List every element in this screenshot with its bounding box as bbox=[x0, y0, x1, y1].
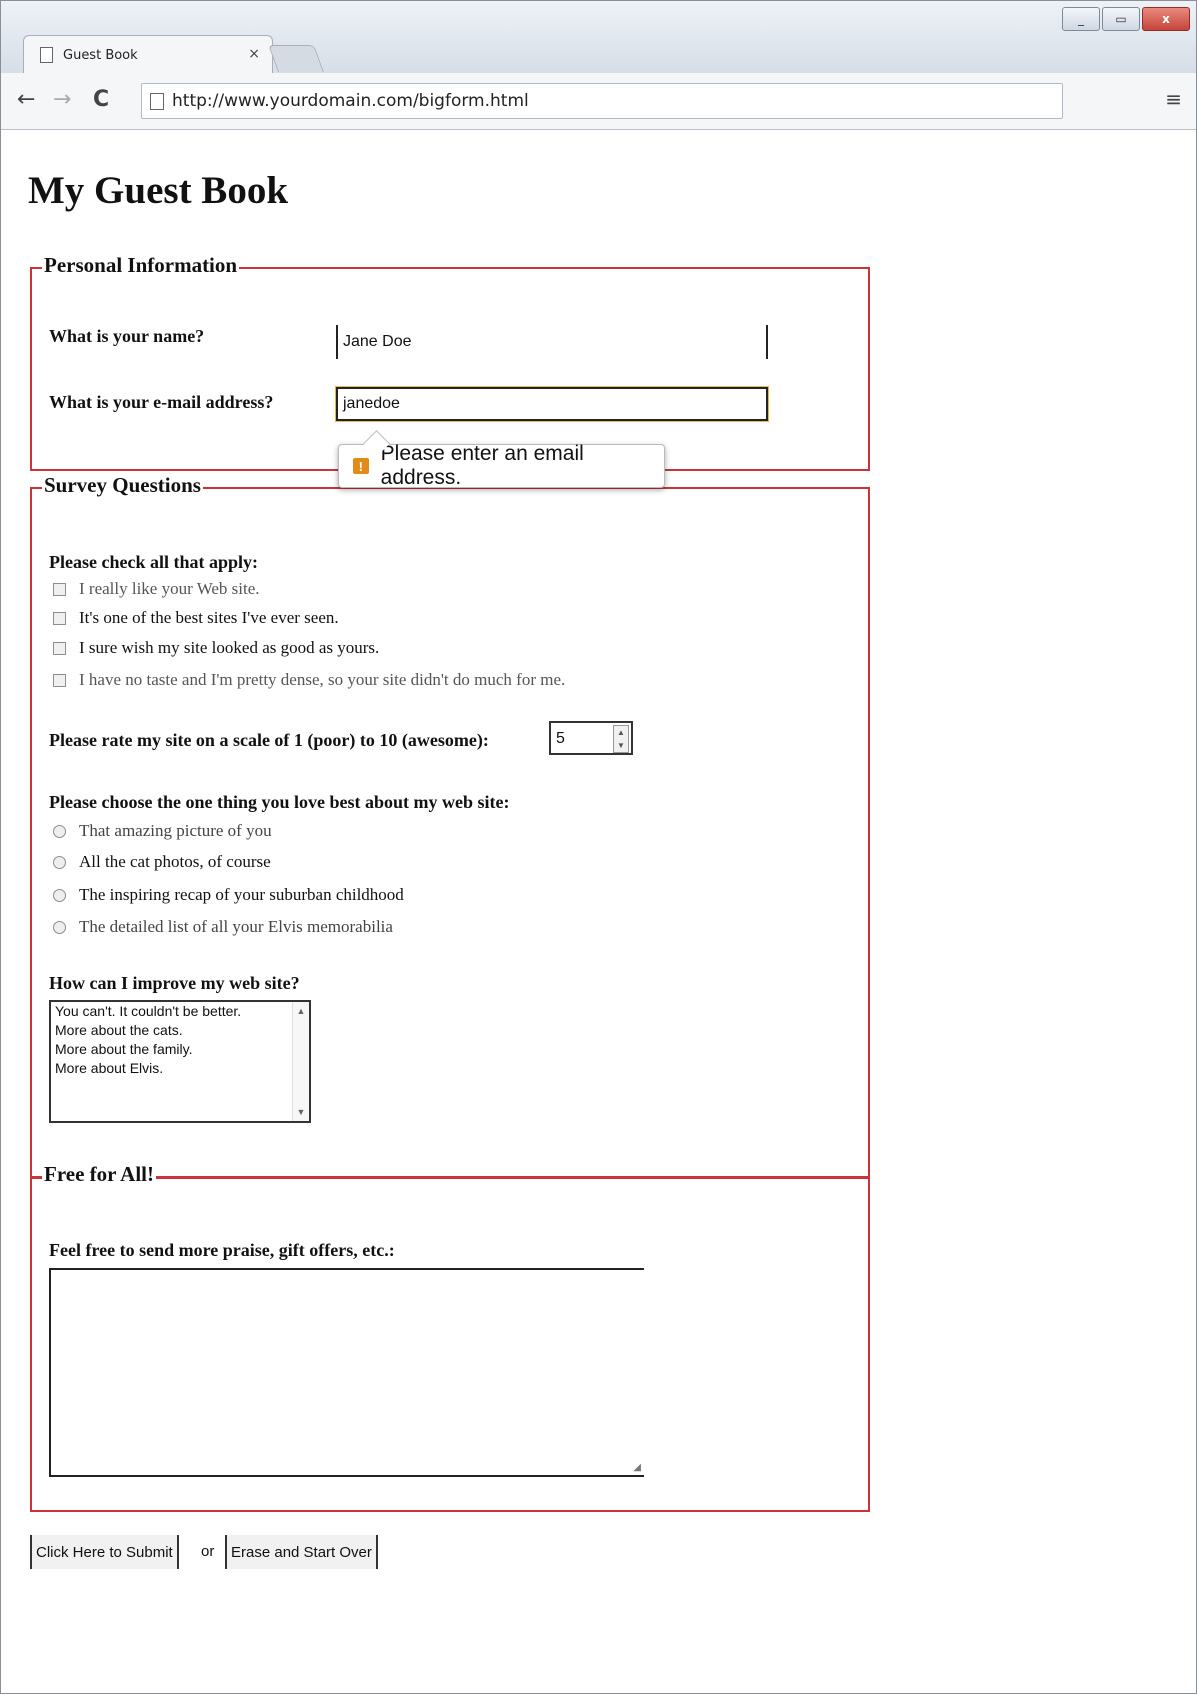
radio-option[interactable]: That amazing picture of you bbox=[53, 821, 272, 841]
checkbox-label: It's one of the best sites I've ever see… bbox=[79, 608, 339, 627]
close-window-button[interactable]: x bbox=[1142, 7, 1190, 31]
check-heading: Please check all that apply: bbox=[49, 552, 258, 572]
checkbox[interactable] bbox=[53, 673, 66, 687]
checkbox-label: I sure wish my site looked as good as yo… bbox=[79, 638, 380, 657]
or-text: or bbox=[201, 1543, 215, 1560]
tab-title: Guest Book bbox=[63, 47, 138, 63]
rating-number-input[interactable]: 5 ▲ ▼ bbox=[549, 721, 633, 755]
radio-button[interactable] bbox=[53, 920, 66, 934]
back-arrow-icon[interactable]: ← bbox=[17, 87, 35, 112]
list-item[interactable]: More about the cats. bbox=[51, 1021, 309, 1040]
radio-label: The inspiring recap of your suburban chi… bbox=[79, 885, 404, 904]
radio-label: The detailed list of all your Elvis memo… bbox=[79, 917, 393, 936]
radio-button[interactable] bbox=[53, 824, 66, 838]
reset-button[interactable]: Erase and Start Over bbox=[225, 1535, 378, 1569]
radio-option[interactable]: All the cat photos, of course bbox=[53, 852, 271, 872]
address-bar[interactable]: http://www.yourdomain.com/bigform.html bbox=[141, 83, 1063, 119]
browser-toolbar: ← → C http://www.yourdomain.com/bigform.… bbox=[1, 73, 1196, 130]
comments-label: Feel free to send more praise, gift offe… bbox=[49, 1240, 395, 1260]
title-bar: _ ▭ x Guest Book × bbox=[1, 1, 1196, 74]
checkbox[interactable] bbox=[53, 611, 66, 625]
radio-label: That amazing picture of you bbox=[79, 821, 272, 840]
page-content: My Guest Book Personal Information What … bbox=[1, 130, 1196, 1693]
reload-icon[interactable]: C bbox=[93, 87, 109, 112]
spinner-buttons[interactable]: ▲ ▼ bbox=[613, 725, 629, 753]
hamburger-menu-icon[interactable]: ≡ bbox=[1165, 87, 1182, 111]
radio-option[interactable]: The inspiring recap of your suburban chi… bbox=[53, 885, 404, 905]
name-label: What is your name? bbox=[49, 326, 205, 346]
rating-label: Please rate my site on a scale of 1 (poo… bbox=[49, 730, 489, 750]
tab-guest-book[interactable]: Guest Book × bbox=[23, 35, 273, 74]
page-icon bbox=[40, 47, 53, 63]
minimize-button[interactable]: _ bbox=[1062, 7, 1100, 31]
legend-personal-information: Personal Information bbox=[42, 253, 240, 278]
list-item[interactable]: More about the family. bbox=[51, 1040, 309, 1059]
list-item[interactable]: You can't. It couldn't be better. bbox=[51, 1002, 309, 1021]
page-icon bbox=[150, 92, 164, 110]
checkbox-label: I have no taste and I'm pretty dense, so… bbox=[79, 670, 566, 689]
browser-window: _ ▭ x Guest Book × ← → C http://www.your… bbox=[0, 0, 1197, 1694]
radio-option[interactable]: The detailed list of all your Elvis memo… bbox=[53, 917, 393, 937]
spin-up-icon[interactable]: ▲ bbox=[617, 728, 625, 737]
new-tab-button[interactable] bbox=[268, 45, 324, 72]
improve-listbox[interactable]: You can't. It couldn't be better. More a… bbox=[49, 1000, 311, 1123]
scroll-down-icon[interactable]: ▼ bbox=[297, 1107, 306, 1117]
checkbox-option[interactable]: It's one of the best sites I've ever see… bbox=[53, 608, 339, 628]
scroll-up-icon[interactable]: ▲ bbox=[297, 1006, 306, 1016]
warning-icon: ! bbox=[353, 458, 369, 474]
name-input[interactable]: Jane Doe bbox=[336, 325, 768, 359]
radio-label: All the cat photos, of course bbox=[79, 852, 271, 871]
improve-label: How can I improve my web site? bbox=[49, 973, 300, 993]
radio-heading: Please choose the one thing you love bes… bbox=[49, 792, 510, 812]
email-input[interactable]: janedoe bbox=[336, 387, 768, 421]
resize-grip-icon[interactable]: ◢ bbox=[633, 1462, 641, 1473]
checkbox-label: I really like your Web site. bbox=[79, 579, 260, 598]
radio-button[interactable] bbox=[53, 888, 66, 902]
window-controls: _ ▭ x bbox=[1062, 7, 1190, 31]
checkbox-option[interactable]: I really like your Web site. bbox=[53, 579, 260, 599]
listbox-scrollbar[interactable]: ▲ ▼ bbox=[292, 1002, 309, 1121]
spin-down-icon[interactable]: ▼ bbox=[617, 741, 625, 750]
checkbox-option[interactable]: I have no taste and I'm pretty dense, so… bbox=[53, 670, 565, 690]
fieldset-personal-information: Personal Information bbox=[30, 253, 870, 471]
checkbox-option[interactable]: I sure wish my site looked as good as yo… bbox=[53, 638, 379, 658]
comments-textarea[interactable]: ◢ bbox=[49, 1268, 644, 1477]
email-label: What is your e-mail address? bbox=[49, 392, 274, 412]
restore-button[interactable]: ▭ bbox=[1102, 7, 1140, 31]
tab-close-icon[interactable]: × bbox=[248, 46, 260, 62]
checkbox[interactable] bbox=[53, 582, 66, 596]
page-title: My Guest Book bbox=[28, 169, 289, 212]
forward-arrow-icon[interactable]: → bbox=[53, 87, 71, 112]
validation-tooltip: ! Please enter an email address. bbox=[338, 430, 665, 489]
checkbox[interactable] bbox=[53, 641, 66, 655]
list-item[interactable]: More about Elvis. bbox=[51, 1059, 309, 1078]
legend-free-for-all: Free for All! bbox=[42, 1162, 157, 1187]
legend-survey-questions: Survey Questions bbox=[42, 473, 203, 498]
radio-button[interactable] bbox=[53, 855, 66, 869]
rating-value: 5 bbox=[556, 730, 565, 747]
submit-button[interactable]: Click Here to Submit bbox=[30, 1535, 179, 1569]
validation-message: Please enter an email address. bbox=[380, 442, 584, 489]
url-text: http://www.yourdomain.com/bigform.html bbox=[172, 91, 529, 111]
